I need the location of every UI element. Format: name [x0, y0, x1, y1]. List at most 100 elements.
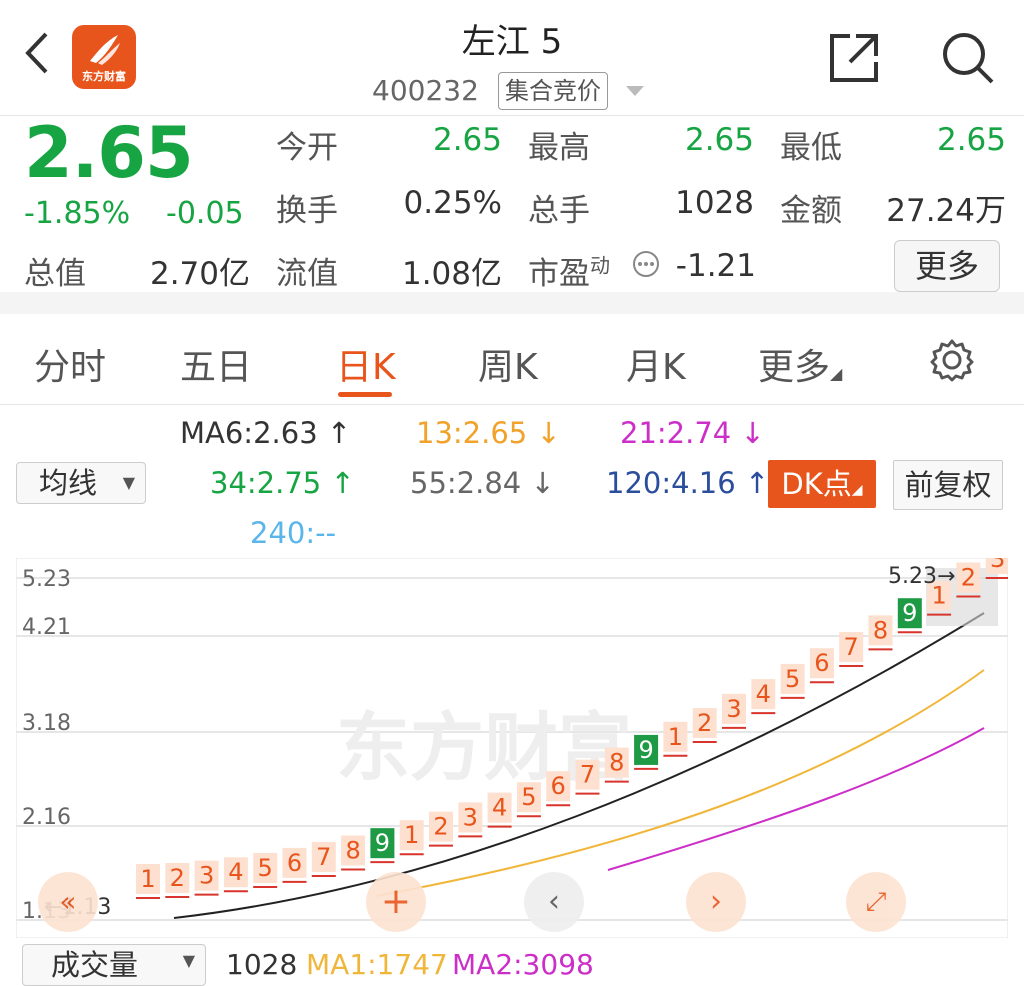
tab-daily-k[interactable]: 日K — [336, 338, 396, 390]
dk-marker-label: 5 — [785, 665, 800, 693]
tab-intraday[interactable]: 分时 — [34, 338, 106, 390]
open-label: 今开 — [276, 130, 338, 166]
dk-marker-label: 9 — [902, 599, 917, 627]
dk-marker-label: 5 — [521, 783, 536, 811]
y-tick-label: 2.16 — [22, 805, 71, 830]
indicator-select-label: 均线 — [39, 466, 98, 500]
pan-right-button[interactable]: › — [686, 872, 746, 932]
volume-select-label: 成交量 — [51, 948, 139, 982]
more-info-icon[interactable] — [632, 250, 660, 278]
dk-marker-label: 2 — [433, 813, 448, 841]
active-tab-indicator — [338, 392, 392, 397]
float-cap-value: 1.08亿 — [401, 256, 502, 292]
fullscreen-button[interactable]: ⤢ — [846, 872, 906, 932]
tabs-divider — [0, 404, 1024, 405]
tab-monthly-k[interactable]: 月K — [626, 338, 686, 390]
dk-marker-label: 3 — [726, 695, 741, 723]
current-price: 2.65 — [24, 112, 194, 194]
scroll-start-button[interactable]: « — [38, 872, 98, 932]
ma55-label: 55:2.84 ↓ — [410, 466, 555, 500]
dk-marker-label: 6 — [814, 649, 829, 677]
pe-label-sup: 动 — [590, 253, 610, 278]
tab-more-label: 更多 — [758, 347, 831, 388]
dk-marker-label: 7 — [844, 633, 859, 661]
volume-ma1: MA1:1747 — [306, 948, 448, 981]
total-cap-label: 总值 — [24, 256, 86, 292]
dk-marker-label: 6 — [551, 772, 566, 800]
search-icon[interactable] — [940, 30, 996, 86]
section-gap — [0, 292, 1024, 314]
high-value: 2.65 — [684, 122, 754, 158]
crosshair-icon: + — [380, 881, 412, 922]
auction-badge: 集合竞价 — [498, 72, 608, 110]
dk-marker-label: 8 — [345, 836, 360, 864]
dk-marker-label: 3 — [199, 862, 214, 890]
total-cap-value: 2.70亿 — [149, 256, 250, 292]
low-label: 最低 — [780, 130, 842, 166]
left-icon: ‹ — [548, 884, 560, 919]
ma120-label: 120:4.16 ↑ — [606, 466, 770, 500]
pe-label-text: 市盈 — [528, 256, 590, 292]
dk-point-button[interactable]: DK点◢ — [768, 460, 876, 508]
dk-marker-label: 4 — [228, 858, 243, 886]
dropdown-icon[interactable] — [626, 86, 644, 96]
double-left-icon: « — [59, 885, 77, 918]
volume-ma2: MA2:3098 — [452, 948, 594, 981]
crosshair-button[interactable]: + — [366, 872, 426, 932]
dk-marker-label: 8 — [873, 616, 888, 644]
pe-value: -1.21 — [675, 248, 756, 284]
indicator-select[interactable]: 均线 ▼ — [16, 462, 146, 504]
gear-icon[interactable] — [930, 338, 974, 382]
dk-marker-label: 6 — [287, 849, 302, 877]
right-icon: › — [710, 884, 722, 919]
ma240-label: 240:-- — [250, 516, 337, 550]
amount-label: 金额 — [780, 193, 842, 229]
dk-marker-label: 1 — [404, 821, 419, 849]
dk-marker-label: 3 — [990, 558, 1005, 573]
corner-triangle-icon: ◢ — [830, 364, 843, 383]
high-label: 最高 — [528, 130, 590, 166]
adjust-button[interactable]: 前复权 — [893, 460, 1003, 510]
expand-icon: ⤢ — [865, 887, 887, 917]
share-icon[interactable] — [826, 30, 882, 86]
dk-marker-label: 7 — [580, 761, 595, 789]
volume-label: 总手 — [528, 193, 590, 229]
change-amount: -0.05 — [166, 196, 244, 231]
dk-marker-label: 9 — [638, 736, 653, 764]
ma34-label: 34:2.75 ↑ — [210, 466, 355, 500]
dk-marker-label: 9 — [375, 829, 390, 857]
volume-value: 1028 — [675, 185, 754, 221]
dk-marker-label: 2 — [961, 564, 976, 592]
header: 东方财富 左江 5 400232 集合竞价 — [0, 0, 1024, 115]
dropdown-arrow-icon: ▼ — [122, 473, 135, 492]
ma6-label: MA6:2.63 ↑ — [180, 416, 352, 450]
dk-marker-label: 8 — [609, 749, 624, 777]
pan-left-button[interactable]: ‹ — [524, 872, 584, 932]
turnover-value: 0.25% — [403, 185, 502, 221]
high-marker: 5.23→ — [888, 564, 955, 589]
tab-weekly-k[interactable]: 周K — [478, 338, 538, 390]
low-value: 2.65 — [936, 122, 1006, 158]
amount-value: 27.24万 — [886, 193, 1006, 229]
change-percent: -1.85% — [24, 196, 131, 231]
y-tick-label: 5.23 — [22, 567, 71, 592]
volume-value: 1028 — [226, 948, 298, 981]
logo-text: 东方财富 — [82, 70, 126, 83]
ma21-label: 21:2.74 ↓ — [620, 416, 765, 450]
open-value: 2.65 — [432, 122, 502, 158]
y-tick-label: 3.18 — [22, 711, 71, 736]
tab-five-day[interactable]: 五日 — [180, 338, 252, 390]
volume-select[interactable]: 成交量 ▼ — [22, 944, 206, 986]
float-cap-label: 流值 — [276, 256, 338, 292]
more-quote-button[interactable]: 更多 — [894, 240, 1000, 292]
tab-more[interactable]: 更多◢ — [758, 338, 842, 390]
turnover-label: 换手 — [276, 193, 338, 229]
dk-marker-label: 3 — [463, 803, 478, 831]
dk-marker-label: 4 — [492, 794, 507, 822]
dropdown-arrow-icon: ▼ — [182, 951, 195, 970]
dk-marker-label: 5 — [258, 854, 273, 882]
stock-code: 400232 — [372, 74, 479, 107]
pe-label: 市盈动 — [528, 248, 610, 293]
dk-marker-label: 1 — [140, 865, 155, 893]
y-tick-label: 4.21 — [22, 615, 71, 640]
